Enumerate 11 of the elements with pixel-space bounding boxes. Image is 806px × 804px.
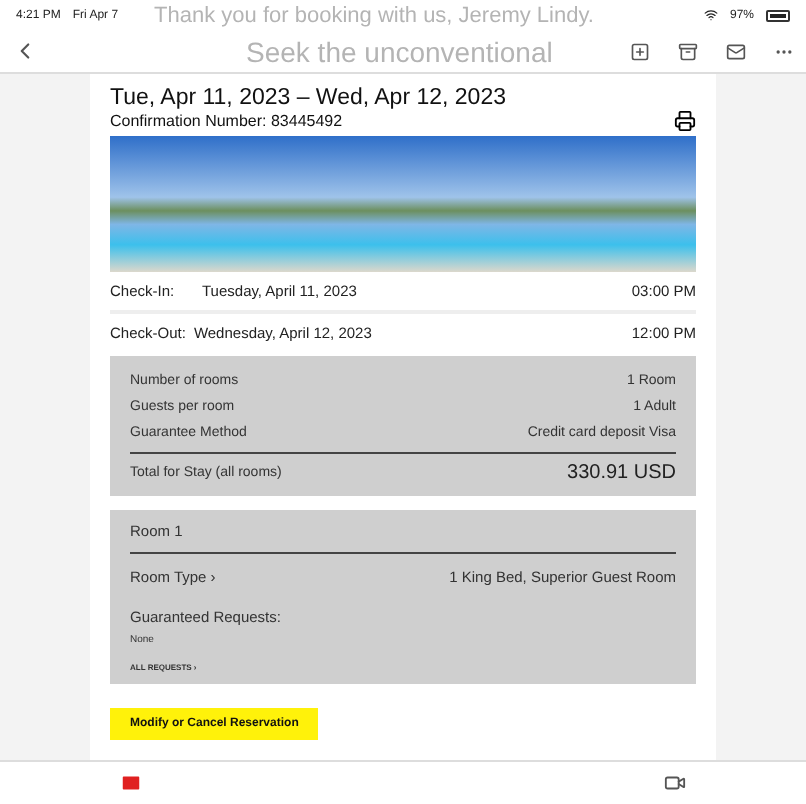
total-value: 330.91 USD [567, 462, 676, 484]
confirmation-number: Confirmation Number: 83445492 [110, 112, 343, 130]
stay-dates: Tue, Apr 11, 2023 – Wed, Apr 12, 2023 [110, 86, 508, 110]
print-icon[interactable] [674, 110, 696, 132]
wifi-icon [703, 8, 718, 22]
faded-tagline: Seek the unconventional [246, 35, 553, 67]
video-icon[interactable] [664, 772, 686, 794]
archive-icon[interactable] [678, 41, 698, 61]
faded-heading: Thank you for booking with us, Jeremy Lindy. [154, 3, 594, 27]
add-icon[interactable] [630, 41, 650, 61]
battery-icon [766, 9, 790, 21]
